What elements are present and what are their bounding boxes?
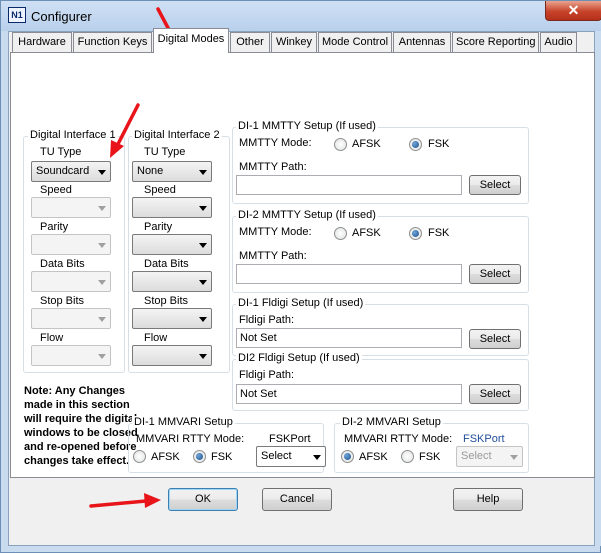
arrow-to-ok-button [89, 493, 161, 508]
configurer-window: N1 Configurer ✕ Hardware Function Keys D… [0, 0, 601, 553]
annotation-arrows [89, 7, 182, 508]
tab-digital-modes[interactable]: Digital Modes [153, 28, 229, 53]
arrow-to-tu-type [110, 103, 140, 158]
